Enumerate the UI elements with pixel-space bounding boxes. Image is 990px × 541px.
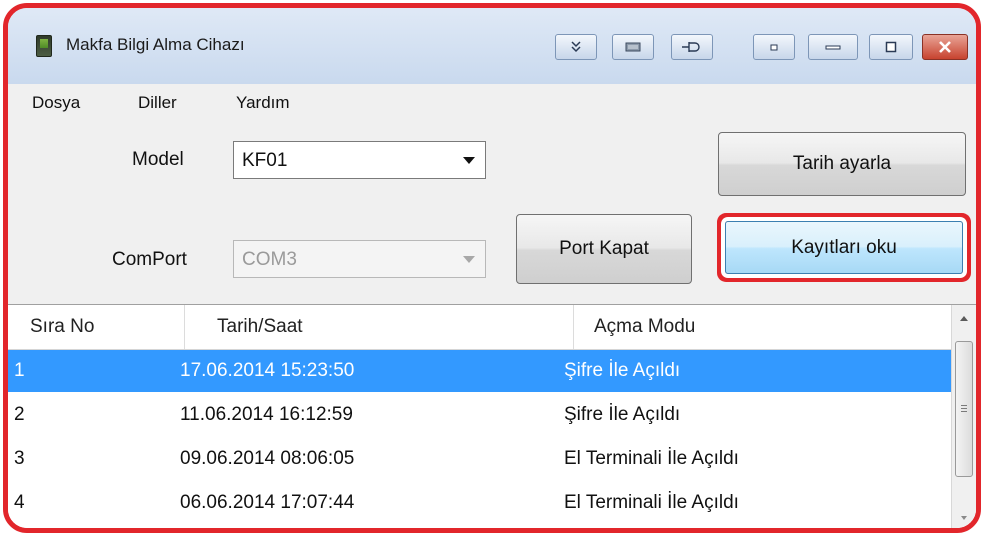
row-datetime: 06.06.2014 17:07:44: [180, 492, 355, 513]
row-mode: Şifre İle Açıldı: [564, 404, 681, 425]
menu-diller[interactable]: Diller: [138, 93, 177, 113]
minimize-icon: [825, 45, 841, 50]
vertical-scrollbar[interactable]: [951, 305, 976, 528]
minimize-button[interactable]: [808, 34, 858, 60]
restore-button[interactable]: [869, 34, 913, 60]
model-value: KF01: [242, 150, 288, 171]
column-sira-no[interactable]: Sıra No: [8, 305, 185, 349]
column-tarih-saat[interactable]: Tarih/Saat: [185, 305, 574, 349]
column-acma-modu[interactable]: Açma Modu: [574, 305, 964, 349]
chevron-up-icon: [960, 315, 968, 321]
title-bar: Makfa Bilgi Alma Cihazı: [8, 8, 976, 84]
scroll-up-button[interactable]: [952, 305, 976, 331]
menu-bar: Dosya Diller Yardım: [8, 84, 976, 116]
scroll-down-button[interactable]: [952, 508, 976, 528]
client-area: Dosya Diller Yardım Model KF01 ComPort C…: [8, 84, 976, 528]
row-no: 4: [14, 492, 25, 513]
chevron-down-icon: [463, 157, 475, 164]
minimize-small-button[interactable]: [753, 34, 795, 60]
keyboard-icon: [625, 42, 641, 52]
keyboard-button[interactable]: [612, 34, 654, 60]
row-datetime: 17.06.2014 15:23:50: [180, 360, 355, 381]
window-title: Makfa Bilgi Alma Cihazı: [66, 35, 245, 54]
set-date-button[interactable]: Tarih ayarla: [718, 132, 966, 196]
restore-icon: [885, 41, 897, 53]
comport-value: COM3: [242, 249, 297, 270]
table-row[interactable]: 3 09.06.2014 08:06:05 El Terminali İle A…: [8, 438, 951, 480]
app-icon: [36, 35, 52, 57]
grip-icon: [961, 405, 967, 406]
row-mode: Şifre İle Açıldı: [564, 360, 681, 381]
pin-button[interactable]: [555, 34, 597, 60]
model-select[interactable]: KF01: [233, 141, 486, 179]
row-datetime: 09.06.2014 08:06:05: [180, 448, 355, 469]
port-close-button[interactable]: Port Kapat: [516, 214, 692, 284]
row-mode: El Terminali İle Açıldı: [564, 492, 739, 513]
minimize-small-icon: [770, 44, 778, 51]
comport-label: ComPort: [112, 249, 187, 270]
records-list[interactable]: Sıra No Tarih/Saat Açma Modu 1 17.06.201…: [8, 304, 976, 528]
row-no: 3: [14, 448, 25, 469]
scroll-thumb[interactable]: [955, 341, 973, 477]
plug-button[interactable]: [671, 34, 713, 60]
comport-select[interactable]: COM3: [233, 240, 486, 278]
plug-icon: [682, 42, 700, 52]
row-datetime: 11.06.2014 16:12:59: [180, 404, 353, 425]
close-icon: [939, 41, 951, 53]
highlight-frame: Makfa Bilgi Alma Cihazı Dosya Diller Yar…: [3, 3, 981, 533]
chevron-down-icon: [463, 256, 475, 263]
list-header: Sıra No Tarih/Saat Açma Modu: [8, 305, 951, 350]
menu-yardim[interactable]: Yardım: [236, 93, 290, 113]
table-row[interactable]: 4 06.06.2014 17:07:44 El Terminali İle A…: [8, 482, 951, 524]
table-row[interactable]: 2 11.06.2014 16:12:59 Şifre İle Açıldı: [8, 394, 951, 436]
row-no: 2: [14, 404, 25, 425]
chevron-down-icon: [961, 516, 967, 520]
pin-icon: [571, 41, 581, 53]
model-label: Model: [132, 149, 184, 170]
row-no: 1: [14, 360, 25, 381]
read-records-button[interactable]: Kayıtları oku: [725, 221, 963, 274]
table-row[interactable]: 1 17.06.2014 15:23:50 Şifre İle Açıldı: [8, 350, 951, 392]
row-mode: El Terminali İle Açıldı: [564, 448, 739, 469]
close-button[interactable]: [922, 34, 968, 60]
menu-dosya[interactable]: Dosya: [32, 93, 80, 113]
